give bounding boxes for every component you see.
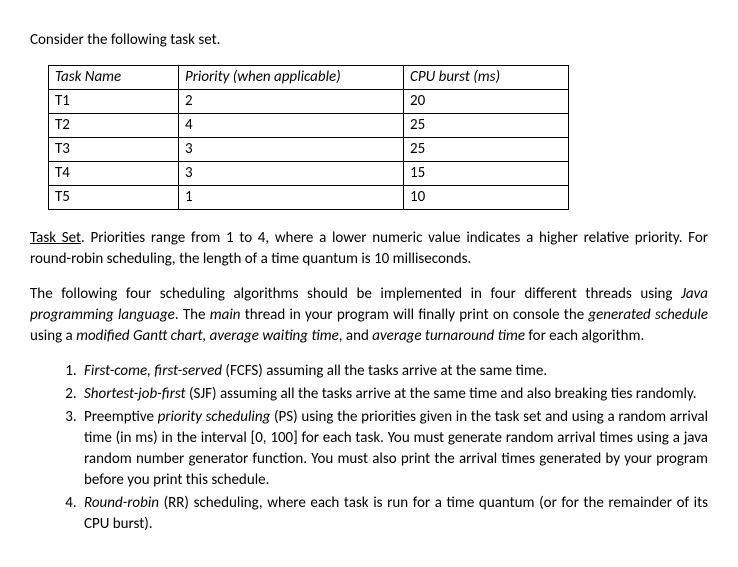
- table-row: T2 4 25: [49, 114, 569, 138]
- alg-name: Round-robin: [84, 494, 159, 512]
- alg-name: priority scheduling: [158, 408, 271, 426]
- header-priority: Priority (when applicable): [179, 66, 404, 90]
- list-item: Round-robin (RR) scheduling, where each …: [80, 493, 708, 535]
- task-table: Task Name Priority (when applicable) CPU…: [48, 65, 569, 210]
- table-header-row: Task Name Priority (when applicable) CPU…: [49, 66, 569, 90]
- impl-text: for each algorithm.: [525, 327, 644, 345]
- impl-gensched: generated schedule: [588, 306, 708, 324]
- header-task-name: Task Name: [49, 66, 179, 90]
- impl-text: thread in your program will finally prin…: [241, 306, 589, 324]
- alg-name: First-come, first-served: [84, 362, 222, 380]
- alg-rest: (FCFS) assuming all the tasks arrive at …: [222, 362, 547, 380]
- header-burst: CPU burst (ms): [404, 66, 569, 90]
- impl-text: , and: [339, 327, 372, 345]
- cell-priority: 3: [179, 138, 404, 162]
- alg-rest: (RR) scheduling, where each task is run …: [84, 494, 708, 533]
- table-row: T5 1 10: [49, 186, 569, 210]
- impl-turnaround: average turnaround time: [372, 327, 525, 345]
- intro-text: Consider the following task set.: [30, 30, 708, 51]
- cell-task-name: T1: [49, 90, 179, 114]
- impl-text: . The: [175, 306, 210, 324]
- cell-burst: 25: [404, 114, 569, 138]
- impl-text: using a: [30, 327, 76, 345]
- table-row: T1 2 20: [49, 90, 569, 114]
- cell-burst: 15: [404, 162, 569, 186]
- cell-task-name: T3: [49, 138, 179, 162]
- cell-burst: 25: [404, 138, 569, 162]
- list-item: Preemptive priority scheduling (PS) usin…: [80, 407, 708, 491]
- impl-text: The following four scheduling algorithms…: [30, 285, 681, 303]
- table-row: T3 3 25: [49, 138, 569, 162]
- list-item: First-come, first-served (FCFS) assuming…: [80, 361, 708, 382]
- alg-name: Shortest-job-first: [84, 385, 186, 403]
- alg-rest: (SJF) assuming all the tasks arrive at t…: [186, 385, 697, 403]
- cell-burst: 20: [404, 90, 569, 114]
- taskset-text: . Priorities range from 1 to 4, where a …: [30, 229, 708, 268]
- alg-pre: Preemptive: [84, 408, 158, 426]
- implementation-paragraph: The following four scheduling algorithms…: [30, 284, 708, 347]
- table-row: T4 3 15: [49, 162, 569, 186]
- cell-task-name: T5: [49, 186, 179, 210]
- cell-priority: 2: [179, 90, 404, 114]
- impl-gantt: modified Gantt chart, average waiting ti…: [76, 327, 339, 345]
- cell-priority: 4: [179, 114, 404, 138]
- cell-task-name: T4: [49, 162, 179, 186]
- taskset-paragraph: Task Set. Priorities range from 1 to 4, …: [30, 228, 708, 270]
- algorithm-list: First-come, first-served (FCFS) assuming…: [30, 361, 708, 535]
- cell-priority: 1: [179, 186, 404, 210]
- list-item: Shortest-job-first (SJF) assuming all th…: [80, 384, 708, 405]
- impl-main: main: [210, 306, 241, 324]
- taskset-label: Task Set: [30, 229, 81, 247]
- cell-task-name: T2: [49, 114, 179, 138]
- cell-burst: 10: [404, 186, 569, 210]
- cell-priority: 3: [179, 162, 404, 186]
